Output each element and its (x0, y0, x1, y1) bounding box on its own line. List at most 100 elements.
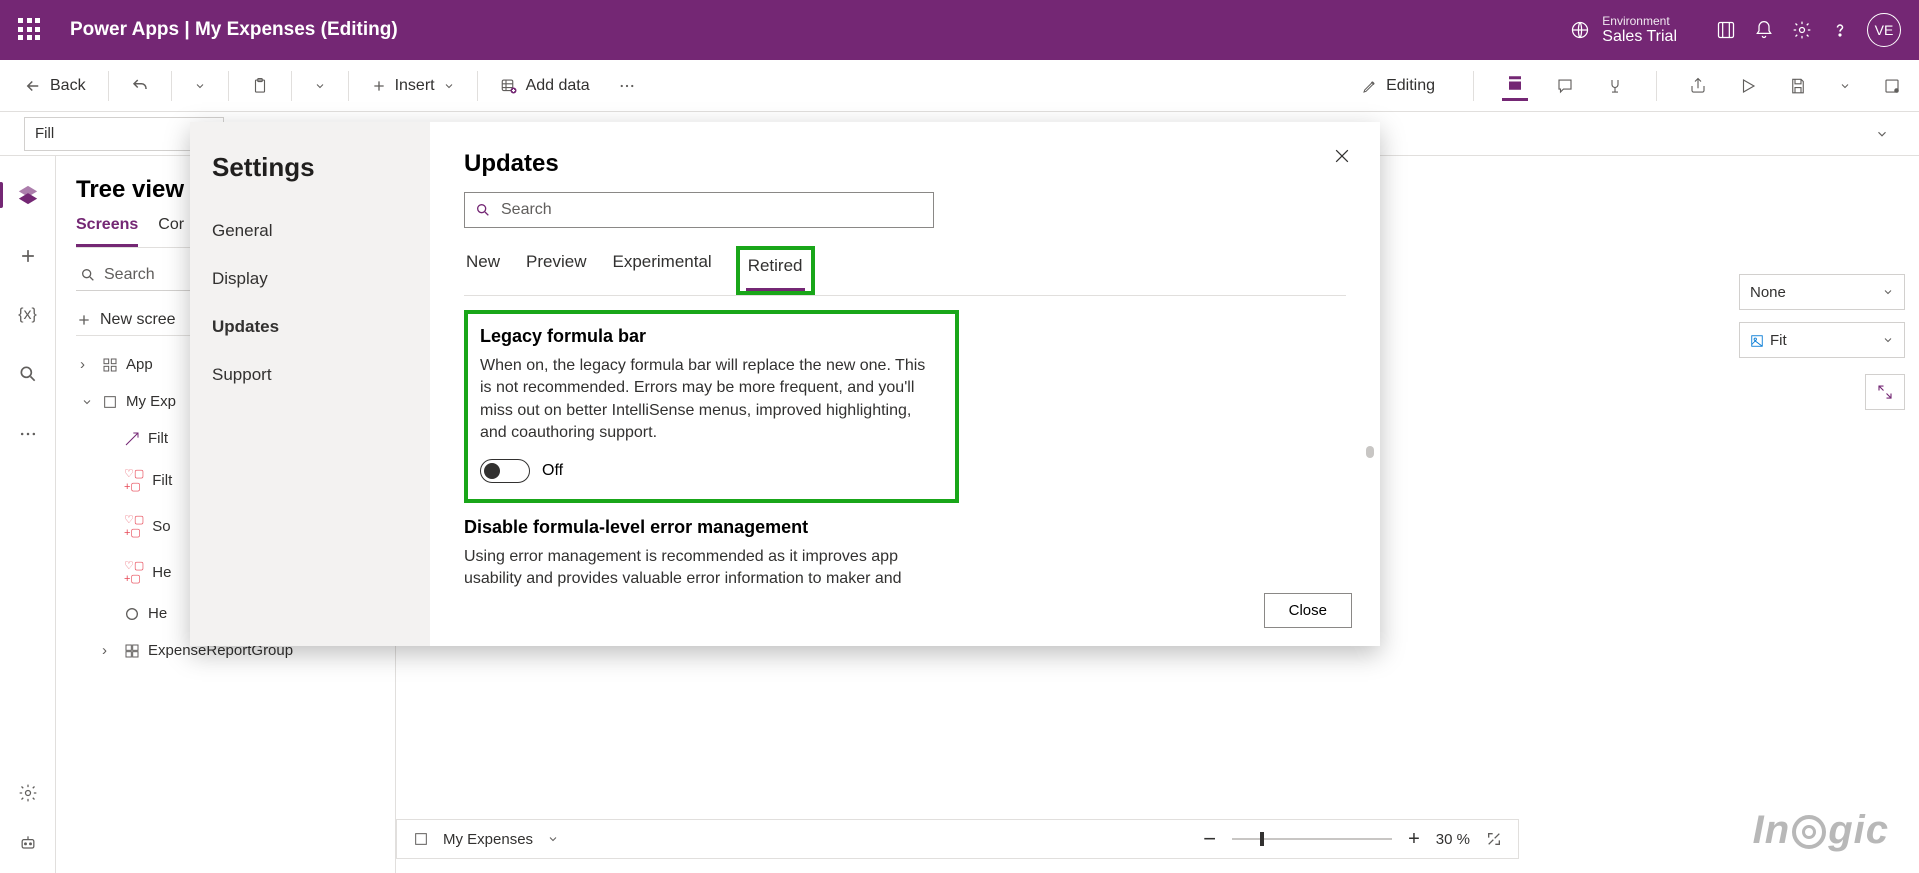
settings-nav-display[interactable]: Display (212, 255, 430, 303)
globe-icon (1570, 20, 1590, 40)
circle-icon (124, 606, 140, 622)
publish-icon[interactable] (1879, 73, 1905, 99)
zoom-value: 30 % (1436, 831, 1470, 848)
chevron-down-icon[interactable] (547, 833, 559, 845)
editing-mode[interactable]: Editing (1352, 71, 1445, 101)
setting-legacy-formula-bar: Legacy formula bar When on, the legacy f… (464, 310, 959, 503)
search-icon (80, 267, 96, 283)
save-icon[interactable] (1785, 73, 1811, 99)
play-icon[interactable] (1735, 73, 1761, 99)
insert-rail-icon[interactable] (18, 246, 38, 266)
screen-icon (102, 394, 118, 410)
zoom-slider[interactable] (1232, 838, 1392, 840)
tools-icon[interactable] (1502, 70, 1528, 101)
updates-heading: Updates (464, 150, 1346, 178)
plus-icon (76, 312, 92, 328)
waffle-icon[interactable] (18, 18, 42, 42)
arrow-left-icon (24, 77, 42, 95)
command-bar: Back Insert Add data Editing (0, 60, 1919, 112)
save-chevron[interactable] (1835, 76, 1855, 96)
user-avatar[interactable]: VE (1867, 13, 1901, 47)
back-button[interactable]: Back (14, 71, 96, 101)
app-icon (102, 357, 118, 373)
toggle-label: Off (542, 462, 563, 480)
control-icon (124, 431, 140, 447)
control-icon: ♡▢+▢ (124, 559, 144, 585)
tab-components[interactable]: Cor (158, 216, 184, 247)
bell-icon[interactable] (1745, 20, 1783, 40)
settings-nav-general[interactable]: General (212, 207, 430, 255)
formula-expand[interactable] (1869, 121, 1895, 147)
environment-picker[interactable]: Environment Sales Trial (1570, 15, 1677, 46)
add-data-label: Add data (526, 77, 590, 95)
left-rail: {x} (0, 156, 56, 873)
setting-desc: Using error management is recommended as… (464, 546, 924, 587)
setting-desc: When on, the legacy formula bar will rep… (480, 355, 940, 445)
autofit-button[interactable] (1865, 374, 1905, 410)
settings-dialog: Settings General Display Updates Support… (190, 122, 1380, 646)
search-icon (475, 202, 491, 218)
settings-rail-icon[interactable] (18, 783, 38, 803)
fullscreen-icon[interactable] (1486, 831, 1502, 847)
gear-icon[interactable] (1783, 20, 1821, 40)
insert-button[interactable]: Insert (361, 71, 465, 101)
setting-title: Legacy formula bar (480, 326, 943, 347)
ellipsis-icon (618, 77, 636, 95)
image-icon (1750, 334, 1764, 348)
chevron-down-icon (194, 80, 206, 92)
setting-title: Disable formula-level error management (464, 517, 944, 538)
insert-label: Insert (395, 77, 435, 95)
database-plus-icon (500, 77, 518, 95)
screen-icon (413, 831, 429, 847)
add-data-button[interactable]: Add data (490, 71, 600, 101)
overflow-button[interactable] (608, 71, 646, 101)
tab-new[interactable]: New (464, 246, 502, 295)
office-icon[interactable] (1707, 20, 1745, 40)
control-icon: ♡▢+▢ (124, 467, 144, 493)
close-button[interactable]: Close (1264, 593, 1352, 628)
watermark: Ingic (1753, 808, 1889, 853)
env-label: Environment (1602, 15, 1677, 28)
scrollbar-thumb[interactable] (1366, 446, 1374, 458)
app-header: Power Apps | My Expenses (Editing) Envir… (0, 0, 1919, 60)
close-icon[interactable] (1332, 146, 1352, 166)
chevron-down-icon (314, 80, 326, 92)
tree-view-icon[interactable] (17, 184, 39, 206)
search-rail-icon[interactable] (18, 364, 38, 384)
undo-chevron[interactable] (184, 74, 216, 98)
status-bar: My Expenses − + 30 % (396, 819, 1519, 859)
tab-preview[interactable]: Preview (524, 246, 588, 295)
editing-label: Editing (1386, 77, 1435, 95)
undo-button[interactable] (121, 71, 159, 101)
paste-chevron[interactable] (304, 74, 336, 98)
tab-screens[interactable]: Screens (76, 216, 138, 247)
virtual-agent-icon[interactable] (18, 833, 38, 853)
settings-nav-updates[interactable]: Updates (212, 303, 430, 351)
prop-dropdown-1[interactable]: None (1739, 274, 1905, 310)
control-icon: ♡▢+▢ (124, 513, 144, 539)
tab-experimental[interactable]: Experimental (610, 246, 713, 295)
settings-search[interactable]: Search (464, 192, 934, 228)
zoom-in[interactable]: + (1408, 828, 1420, 851)
checker-icon[interactable] (1602, 73, 1628, 99)
screen-name[interactable]: My Expenses (443, 831, 533, 848)
settings-nav-support[interactable]: Support (212, 351, 430, 399)
plus-icon (371, 78, 387, 94)
properties-pane: None Fit (1739, 156, 1919, 370)
app-title: Power Apps | My Expenses (Editing) (70, 19, 398, 41)
tab-retired[interactable]: Retired (746, 250, 805, 291)
group-icon (124, 643, 140, 659)
prop-dropdown-2[interactable]: Fit (1739, 322, 1905, 358)
settings-heading: Settings (212, 152, 430, 183)
share-icon[interactable] (1685, 73, 1711, 99)
settings-nav: Settings General Display Updates Support (190, 122, 430, 646)
legacy-toggle[interactable] (480, 459, 530, 483)
chevron-down-icon (443, 80, 455, 92)
variables-icon[interactable]: {x} (18, 306, 37, 324)
more-rail-icon[interactable] (18, 424, 38, 444)
help-icon[interactable] (1821, 20, 1859, 40)
paste-button[interactable] (241, 71, 279, 101)
comment-icon[interactable] (1552, 73, 1578, 99)
undo-icon (131, 77, 149, 95)
zoom-out[interactable]: − (1203, 826, 1216, 852)
